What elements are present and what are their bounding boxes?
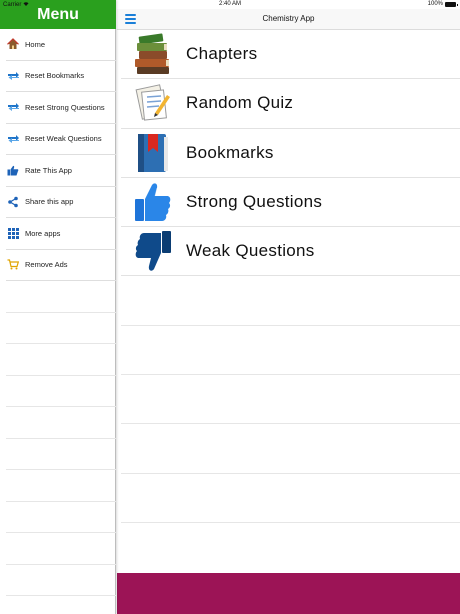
list-item-weak-questions[interactable]: Weak Questions xyxy=(121,227,460,277)
empty-row xyxy=(121,474,460,523)
grid-icon xyxy=(6,226,20,240)
menu-empty-row xyxy=(6,344,116,376)
reset-arrows-icon xyxy=(6,100,20,114)
home-icon xyxy=(6,37,20,51)
thumbs-down-icon xyxy=(131,229,175,273)
menu-item-more-apps[interactable]: More apps xyxy=(6,218,116,250)
menu-empty-row xyxy=(6,502,116,533)
menu-item-share[interactable]: Share this app xyxy=(6,187,116,218)
menu-empty-row xyxy=(6,407,116,439)
empty-row xyxy=(121,375,460,425)
empty-row xyxy=(121,276,460,326)
menu-item-reset-strong[interactable]: Reset Strong Questions xyxy=(6,92,116,124)
list-item-strong-questions[interactable]: Strong Questions xyxy=(121,178,460,228)
cart-icon xyxy=(6,258,20,272)
list-item-chapters[interactable]: Chapters xyxy=(121,30,460,80)
menu-empty-row xyxy=(6,439,116,470)
reset-arrows-icon xyxy=(6,69,20,83)
menu-item-label: Reset Weak Questions xyxy=(25,134,102,144)
battery-percent: 100% xyxy=(427,1,443,7)
list-item-random-quiz[interactable]: Random Quiz xyxy=(121,79,460,129)
list-item-bookmarks[interactable]: Bookmarks xyxy=(121,129,460,178)
menu-item-label: Home xyxy=(25,39,46,49)
menu-empty-row xyxy=(6,470,116,502)
menu-empty-row xyxy=(6,281,116,313)
empty-row xyxy=(121,326,460,376)
battery-icon xyxy=(445,1,458,7)
menu-item-label: Share this app xyxy=(25,197,74,207)
reset-arrows-icon xyxy=(6,132,20,146)
battery-indicator: 100% xyxy=(427,1,458,7)
main-menu-list: Chapters Random Quiz Bookmarks Strong Qu… xyxy=(117,30,460,523)
menu-empty-row xyxy=(6,313,116,344)
menu-item-label: Rate This App xyxy=(25,165,72,175)
list-item-label: Chapters xyxy=(186,44,258,64)
list-item-label: Random Quiz xyxy=(186,93,294,113)
side-menu: Menu Home Reset Bookmarks Reset Strong Q… xyxy=(0,0,116,614)
list-item-label: Weak Questions xyxy=(186,241,315,261)
empty-row xyxy=(121,424,460,474)
menu-item-rate[interactable]: Rate This App xyxy=(6,155,116,187)
main-panel: Chemistry App Chapters Random Quiz Bookm… xyxy=(117,0,460,614)
ad-banner[interactable] xyxy=(117,573,460,614)
menu-empty-row xyxy=(6,376,116,407)
thumbs-up-icon xyxy=(131,180,175,224)
menu-item-reset-weak[interactable]: Reset Weak Questions xyxy=(6,124,116,155)
page-title: Chemistry App xyxy=(262,14,315,23)
menu-item-reset-bookmarks[interactable]: Reset Bookmarks xyxy=(6,61,116,92)
menu-item-label: Reset Bookmarks xyxy=(25,71,85,81)
menu-empty-row xyxy=(6,533,116,565)
share-icon xyxy=(6,195,20,209)
quiz-paper-icon xyxy=(131,81,175,125)
status-bar: Carrier 2:40 AM 100% xyxy=(0,0,460,9)
status-time: 2:40 AM xyxy=(218,1,241,7)
books-icon xyxy=(131,32,175,76)
menu-item-label: Reset Strong Questions xyxy=(25,102,105,112)
bookmark-book-icon xyxy=(131,131,175,175)
menu-item-label: Remove Ads xyxy=(25,260,68,270)
navigation-bar: Chemistry App xyxy=(117,9,460,30)
menu-list: Home Reset Bookmarks Reset Strong Questi… xyxy=(0,29,116,596)
menu-item-label: More apps xyxy=(25,228,61,238)
menu-item-home[interactable]: Home xyxy=(6,29,116,61)
menu-item-remove-ads[interactable]: Remove Ads xyxy=(6,250,116,281)
list-item-label: Bookmarks xyxy=(186,142,274,162)
menu-empty-row xyxy=(6,565,116,596)
list-item-label: Strong Questions xyxy=(186,192,323,212)
thumbs-up-icon xyxy=(6,163,20,177)
